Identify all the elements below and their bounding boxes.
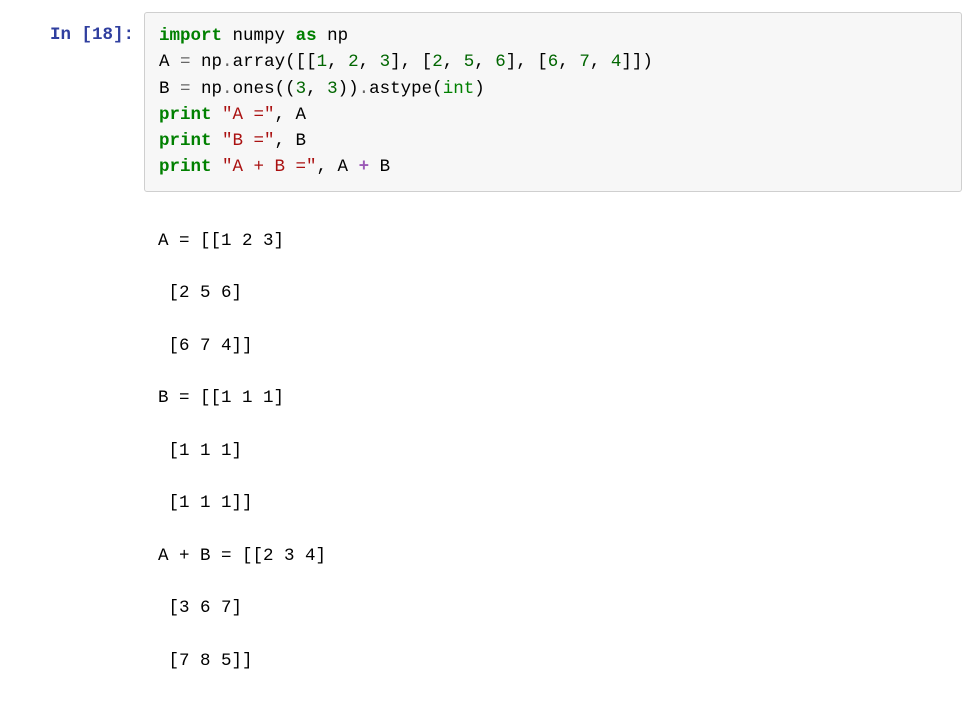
output-line: [7 8 5]] bbox=[158, 648, 948, 674]
module-numpy: numpy bbox=[233, 26, 286, 46]
output-line: [6 7 4]] bbox=[158, 333, 948, 359]
code-line-3: A = np.array([[1, 2, 3], [2, 5, 6], [6, … bbox=[159, 49, 947, 75]
prompt-number: 18 bbox=[92, 25, 113, 45]
output-line: [3 6 7] bbox=[158, 595, 948, 621]
code-cell: In [18]: import numpy as np A = np.array… bbox=[12, 12, 962, 192]
input-prompt: In [18]: bbox=[12, 12, 144, 192]
prompt-label: In bbox=[50, 25, 82, 45]
code-line-7: print "A + B =", A + B bbox=[159, 154, 947, 180]
output-line: [2 5 6] bbox=[158, 280, 948, 306]
keyword-as: as bbox=[296, 26, 317, 46]
code-line-4: B = np.ones((3, 3)).astype(int) bbox=[159, 76, 947, 102]
code-line-5: print "A =", A bbox=[159, 102, 947, 128]
code-input-area[interactable]: import numpy as np A = np.array([[1, 2, … bbox=[144, 12, 962, 192]
output-line: [1 1 1] bbox=[158, 438, 948, 464]
code-line-1: import numpy as np bbox=[159, 23, 947, 49]
output-line: A = [[1 2 3] bbox=[158, 228, 948, 254]
output-line: B = [[1 1 1] bbox=[158, 385, 948, 411]
code-line-6: print "B =", B bbox=[159, 128, 947, 154]
keyword-import: import bbox=[159, 26, 222, 46]
prompt-bracket-open: [ bbox=[81, 25, 92, 45]
output-area: A = [[1 2 3] [2 5 6] [6 7 4]] B = [[1 1 … bbox=[144, 192, 962, 701]
prompt-bracket-close: ]: bbox=[113, 25, 134, 45]
output-line: A + B = [[2 3 4] bbox=[158, 543, 948, 569]
output-line: [1 1 1]] bbox=[158, 490, 948, 516]
alias-np: np bbox=[327, 26, 348, 46]
